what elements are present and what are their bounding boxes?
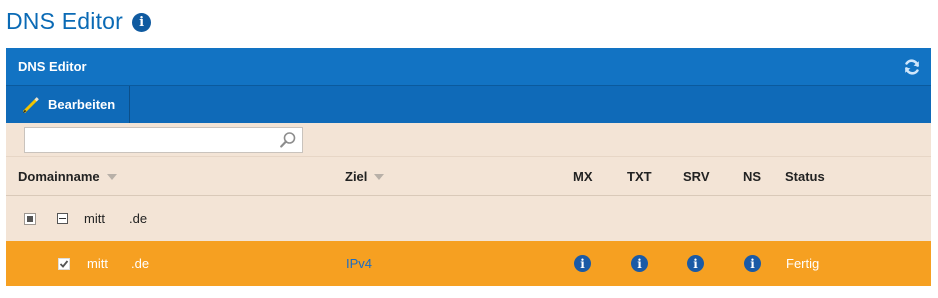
refresh-icon[interactable] [903,58,921,76]
mx-cell[interactable]: i [574,241,591,286]
ziel-link[interactable]: IPv4 [346,256,372,271]
page-title-text: DNS Editor [6,7,124,34]
sort-icon[interactable] [374,173,385,180]
sort-icon[interactable] [106,173,117,180]
row-checkbox[interactable] [58,241,70,286]
domain-suffix-text: .de [129,211,148,226]
status-cell: Fertig [786,241,819,286]
search-input[interactable] [25,127,302,152]
srv-cell[interactable]: i [687,241,704,286]
panel-header: DNS Editor [6,48,931,85]
table-row[interactable]: mitt .de [6,196,931,241]
column-header-txt: TXT [627,157,652,196]
info-icon[interactable]: i [687,255,704,272]
column-label-srv: SRV [683,169,710,184]
pencil-icon [20,94,42,116]
column-header-srv: SRV [683,157,710,196]
column-label-domainname: Domainname [18,169,100,184]
domain-name: mitt [84,196,105,241]
info-icon[interactable]: i [631,255,648,272]
txt-cell[interactable]: i [631,241,648,286]
filter-bar [6,123,931,157]
table-header: Domainname Ziel MX TXT SRV NS Status [6,157,931,196]
domain-name: mitt [87,241,108,286]
row-checkbox[interactable] [24,196,36,241]
domain-suffix: .de [131,241,149,286]
column-label-ns: NS [743,169,762,184]
domain-suffix-text: .de [131,256,150,271]
search-box [24,126,303,153]
ns-cell[interactable]: i [744,241,761,286]
collapse-toggle[interactable] [57,196,68,241]
toolbar: Bearbeiten [6,85,931,123]
column-header-domainname[interactable]: Domainname [18,157,117,196]
domain-name-part: mitt [84,211,105,226]
status-text: Fertig [786,256,820,271]
panel-title: DNS Editor [18,59,87,74]
column-label-txt: TXT [627,169,652,184]
column-label-ziel: Ziel [345,169,368,184]
dns-editor-panel: DNS Editor Bearbeiten Domainname Ziel MX… [6,48,931,292]
info-icon[interactable]: i [574,255,591,272]
column-header-ziel[interactable]: Ziel [345,157,385,196]
ziel-cell[interactable]: IPv4 [346,241,372,286]
edit-button[interactable]: Bearbeiten [6,86,131,123]
info-icon[interactable]: i [132,13,152,32]
domain-suffix: .de [129,196,147,241]
checkbox-checked-icon[interactable] [58,257,70,270]
edit-button-label: Bearbeiten [48,97,116,112]
page-title: DNS Editor i [6,6,152,36]
partial-checkbox-icon[interactable] [24,212,36,225]
magnifier-icon[interactable] [279,131,297,149]
column-header-mx: MX [573,157,593,196]
column-label-status: Status [785,169,825,184]
domain-name-part: mitt [87,256,108,271]
table-row[interactable]: mitt .de IPv4 i i i i Fertig [6,241,931,286]
column-header-status: Status [785,157,825,196]
column-label-mx: MX [573,169,593,184]
info-icon[interactable]: i [744,255,761,272]
column-header-ns: NS [743,157,761,196]
collapse-icon[interactable] [57,213,68,224]
